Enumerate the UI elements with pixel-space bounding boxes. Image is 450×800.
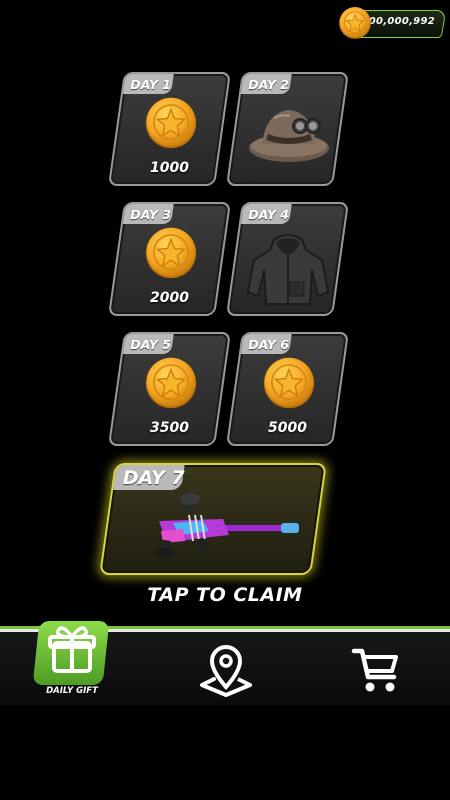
coin-icon [262,356,316,410]
day-card-3[interactable]: DAY 3 2000 [107,202,232,316]
tap-to-claim-text[interactable]: TAP TO CLAIM [0,584,450,606]
reward-amount: 3500 [150,420,189,436]
paintball-rifle-icon [155,492,299,558]
gift-icon [48,626,96,673]
reward-amount: 2000 [150,290,189,306]
nav-map[interactable] [196,629,256,705]
bottom-nav: DAILY GIFT [0,621,450,705]
reward-amount: 5000 [268,420,307,436]
nav-daily-gift[interactable]: DAILY GIFT [32,621,110,705]
shopping-cart-icon [351,648,398,692]
day-card-1[interactable]: DAY 1 1000 [107,72,232,186]
coin-icon [144,96,198,150]
day-card-6[interactable]: DAY 6 5000 [225,332,350,446]
reward-amount: 1000 [150,160,189,176]
hoodie-icon [246,234,330,305]
currency-amount: 100,000,992 [361,16,436,27]
pith-helmet-icon [249,110,329,162]
day-card-4[interactable]: DAY 4 [225,202,350,316]
coin-icon [338,6,372,40]
coin-icon [144,356,198,410]
map-pin-icon [200,645,252,697]
nav-daily-gift-label: DAILY GIFT [46,686,98,696]
day-card-5[interactable]: DAY 5 3500 [107,332,232,446]
day-card-2[interactable]: DAY 2 [225,72,350,186]
day-card-7[interactable]: DAY 7 [99,463,327,575]
nav-shop[interactable] [350,629,402,705]
coin-icon [144,226,198,280]
